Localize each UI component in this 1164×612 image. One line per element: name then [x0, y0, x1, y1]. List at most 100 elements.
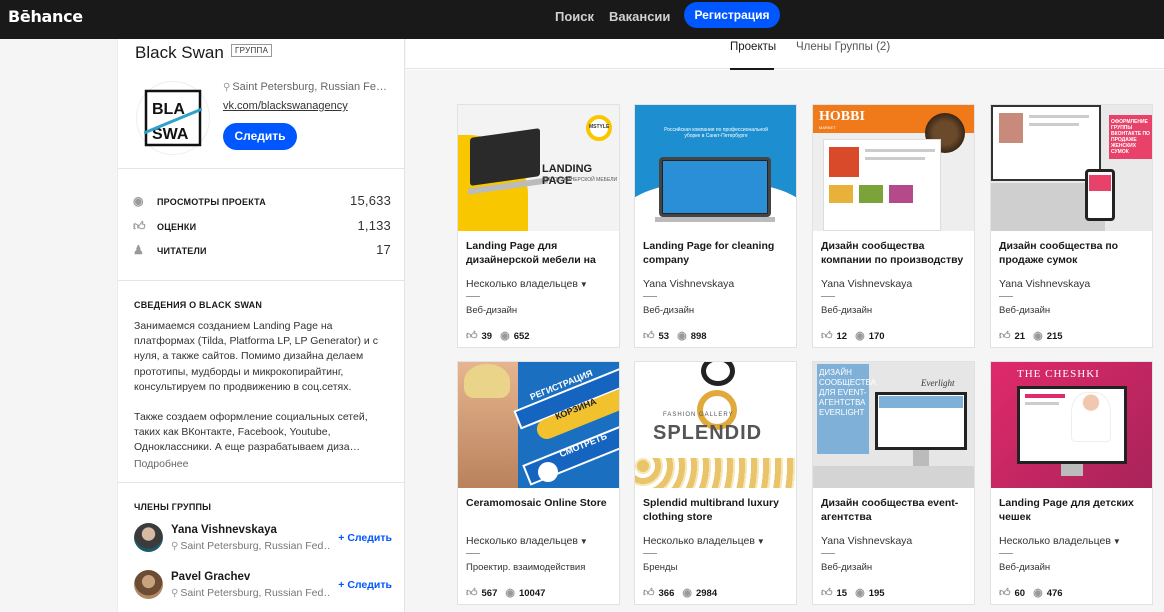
member-item: Pavel Grachev ⚲ Saint Petersburg, Russian… — [134, 570, 392, 602]
stat-value: 17 — [376, 242, 391, 257]
project-card[interactable]: ДИЗАЙН СООБЩЕСТВА ДЛЯ EVENT-АГЕНТСТВА EV… — [812, 361, 975, 605]
project-likes: 12 — [836, 331, 848, 342]
member-avatar[interactable] — [134, 523, 163, 552]
project-owner[interactable]: Yana Vishnevskaya — [999, 278, 1090, 290]
project-owner[interactable]: Yana Vishnevskaya — [643, 278, 734, 290]
member-location-text: Saint Petersburg, Russian Fed… — [180, 540, 331, 552]
project-title[interactable]: Landing Page для дизайнерской мебели на — [466, 239, 614, 267]
project-field[interactable]: Веб-дизайн — [466, 305, 517, 316]
project-field[interactable]: Веб-дизайн — [999, 305, 1050, 316]
project-thumbnail[interactable]: Российская компания по профессиональной … — [635, 105, 796, 231]
project-thumbnail[interactable]: THE CHESHKI — [991, 362, 1152, 488]
tab-projects[interactable]: Проекты — [730, 41, 776, 53]
project-card[interactable]: ОФОРМЛЕНИЕ ГРУППЫ ВКОНТАКТЕ ПО ПРОДАЖЕ Ж… — [990, 104, 1153, 348]
project-card[interactable]: Российская компания по профессиональной … — [634, 104, 797, 348]
project-field[interactable]: Веб-дизайн — [643, 305, 694, 316]
project-title[interactable]: Дизайн сообщества event-агентства — [821, 496, 969, 524]
behance-logo[interactable]: Bēhance — [8, 7, 83, 26]
monitor-screen-shape — [663, 161, 767, 213]
project-title[interactable]: Landing Page для детских чешек — [999, 496, 1147, 524]
thumbs-up-icon: 👍︎ — [999, 330, 1011, 342]
member-item: Yana Vishnevskaya ⚲ Saint Petersburg, Rus… — [134, 523, 392, 555]
project-views: 215 — [1046, 331, 1063, 342]
project-title[interactable]: Ceramomosaic Online Store — [466, 496, 614, 510]
project-stats: 👍︎ 21 ◉ 215 — [999, 329, 1063, 342]
eye-icon: ◉ — [1033, 587, 1043, 599]
card-separator — [466, 296, 480, 297]
mockup-line-shape — [1025, 402, 1059, 405]
project-thumbnail[interactable]: FASHION GALLERY SPLENDID — [635, 362, 796, 488]
project-thumbnail[interactable]: ОФОРМЛЕНИЕ ГРУППЫ ВКОНТАКТЕ ПО ПРОДАЖЕ Ж… — [991, 105, 1152, 231]
project-owner[interactable]: Несколько владельцев ▼ — [466, 278, 588, 290]
project-owner[interactable]: Несколько владельцев ▼ — [999, 535, 1121, 547]
project-title[interactable]: Дизайн сообщества по продаже сумок — [999, 239, 1147, 267]
project-card[interactable]: РЕГИСТРАЦИЯ КОРЗИНА СМОТРЕТЬ Ceramomosai… — [457, 361, 620, 605]
mockup-image-shape — [889, 185, 913, 203]
project-field[interactable]: Веб-дизайн — [821, 562, 872, 573]
location-pin-icon: ⚲ — [171, 541, 179, 552]
project-owner-text: Yana Vishnevskaya — [821, 535, 913, 547]
project-likes: 366 — [658, 588, 675, 599]
register-button[interactable]: Регистрация — [684, 2, 780, 28]
mockup-line-shape — [1025, 394, 1065, 398]
project-thumbnail[interactable]: ДИЗАЙН СООБЩЕСТВА ДЛЯ EVENT-АГЕНТСТВА EV… — [813, 362, 974, 488]
thumbs-up-icon: 👍︎ — [821, 330, 833, 342]
caret-down-icon: ▼ — [756, 537, 765, 546]
project-card[interactable]: MSTYLE LANDING PAGE ДЛЯ ДИЗАЙНЕРСКОЙ МЕБ… — [457, 104, 620, 348]
mockup-line-shape — [865, 149, 935, 152]
project-owner[interactable]: Несколько владельцев ▼ — [466, 535, 588, 547]
thumbnail-logo-text: Everlight — [921, 378, 955, 388]
project-title[interactable]: Landing Page for cleaning company — [643, 239, 791, 267]
project-card[interactable]: HOBBI MARKET Дизайн сообщества компании … — [812, 104, 975, 348]
monitor-screen-shape — [879, 396, 963, 408]
mockup-line-shape — [865, 157, 925, 160]
project-field[interactable]: Проектир. взаимодействия — [466, 562, 585, 573]
member-location: ⚲ Saint Petersburg, Russian Fed… — [171, 540, 331, 552]
eye-icon: ◉ — [500, 330, 510, 342]
project-stats: 👍︎ 53 ◉ 898 — [643, 329, 707, 342]
project-thumbnail[interactable]: HOBBI MARKET — [813, 105, 974, 231]
project-likes: 60 — [1014, 588, 1026, 599]
stat-value: 15,633 — [350, 193, 391, 208]
project-card[interactable]: THE CHESHKI Landing Page для детских чеш… — [990, 361, 1153, 605]
laptop-shape — [470, 128, 540, 186]
tab-members[interactable]: Члены Группы (2) — [796, 41, 890, 53]
thumbnail-brand-text: MSTYLE — [589, 124, 610, 130]
caret-down-icon: ▼ — [579, 280, 588, 289]
group-website-link[interactable]: vk.com/blackswanagency — [223, 100, 348, 112]
nav-jobs-link[interactable]: Вакансии — [609, 9, 670, 24]
follow-button[interactable]: Следить — [223, 123, 297, 150]
stat-label: ОЦЕНКИ — [157, 222, 197, 232]
project-stats: 👍︎ 366 ◉ 2984 — [643, 586, 717, 599]
card-separator — [643, 553, 657, 554]
member-name[interactable]: Pavel Grachev — [171, 571, 250, 583]
project-views: 2984 — [695, 588, 718, 599]
project-field[interactable]: Веб-дизайн — [821, 305, 872, 316]
member-avatar[interactable] — [134, 570, 163, 599]
thumbnail-subtitle: MARKET — [819, 125, 836, 130]
member-location-text: Saint Petersburg, Russian Fed… — [180, 587, 331, 599]
nav-search-link[interactable]: Поиск — [555, 9, 594, 24]
stat-value: 1,133 — [357, 218, 391, 233]
member-follow-button[interactable]: + Следить — [338, 532, 392, 544]
mockup-image-shape — [829, 147, 859, 177]
project-views: 898 — [690, 331, 707, 342]
project-field[interactable]: Бренды — [643, 562, 677, 573]
project-owner[interactable]: Yana Vishnevskaya — [821, 278, 912, 290]
coins-pattern-shape — [635, 458, 796, 488]
read-more-link[interactable]: Подробнее — [134, 458, 188, 470]
member-name[interactable]: Yana Vishnevskaya — [171, 524, 277, 536]
project-title[interactable]: Splendid multibrand luxury clothing stor… — [643, 496, 791, 524]
eye-icon: ◉ — [505, 587, 515, 599]
project-stats: 👍︎ 567 ◉ 10047 — [466, 586, 545, 599]
thumbnail-banner-text: ОФОРМЛЕНИЕ ГРУППЫ ВКОНТАКТЕ ПО ПРОДАЖЕ Ж… — [1111, 119, 1150, 155]
project-owner[interactable]: Несколько владельцев ▼ — [643, 535, 765, 547]
project-thumbnail[interactable]: РЕГИСТРАЦИЯ КОРЗИНА СМОТРЕТЬ — [458, 362, 619, 488]
project-card[interactable]: FASHION GALLERY SPLENDID Splendid multib… — [634, 361, 797, 605]
member-follow-button[interactable]: + Следить — [338, 579, 392, 591]
thumbs-up-icon: 👍︎ — [133, 219, 146, 233]
project-title[interactable]: Дизайн сообщества компании по производст… — [821, 239, 969, 267]
project-owner[interactable]: Yana Vishnevskaya — [821, 535, 912, 547]
project-thumbnail[interactable]: MSTYLE LANDING PAGE ДЛЯ ДИЗАЙНЕРСКОЙ МЕБ… — [458, 105, 619, 231]
project-field[interactable]: Веб-дизайн — [999, 562, 1050, 573]
